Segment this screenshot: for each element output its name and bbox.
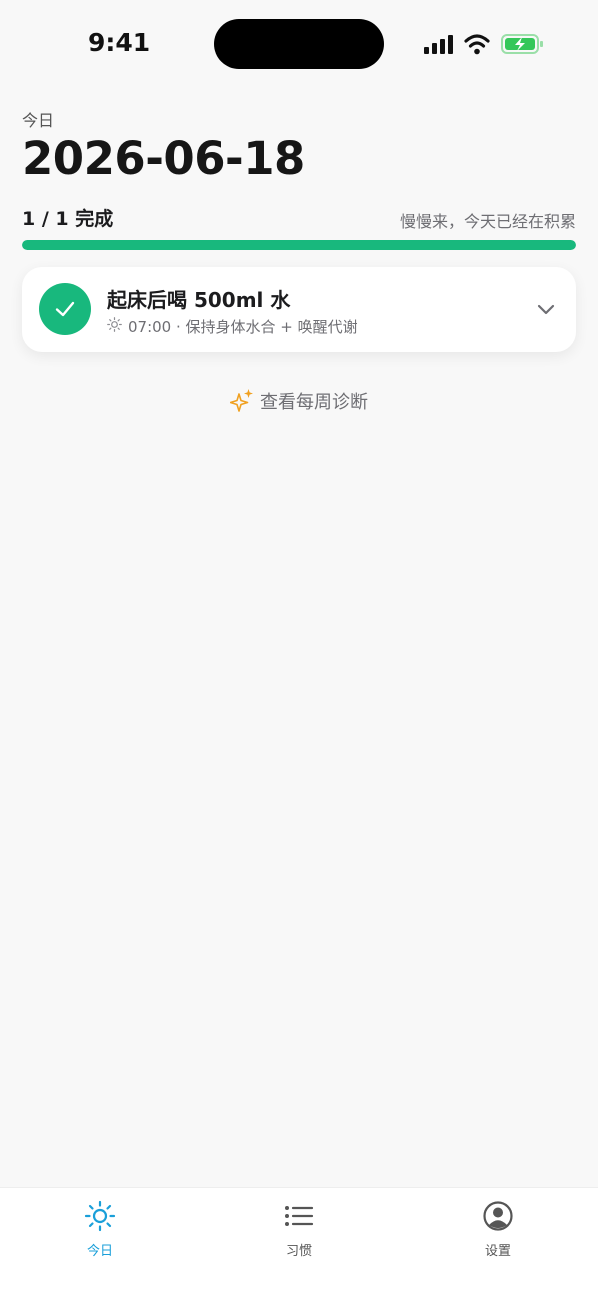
habit-card[interactable]: 起床后喝 500ml 水 07:00 · 保持身体水合 + 唤醒代谢 [22,267,576,352]
dynamic-island [214,19,384,69]
tab-settings[interactable]: 设置 [438,1200,558,1259]
progress-count: 1 / 1 完成 [22,208,114,230]
tab-habits-label: 习惯 [285,1244,312,1259]
chevron-down-icon[interactable] [536,299,556,319]
checkmark-icon [55,301,75,317]
sparkles-icon [230,389,253,412]
habit-subtitle: 07:00 · 保持身体水合 + 唤醒代谢 [128,318,358,336]
day-label: 今日 [22,111,55,130]
progress-fill [22,240,576,250]
progress-bar [22,240,576,250]
status-bar: 9:41 [0,0,598,90]
status-icons [424,34,543,55]
battery-charging-icon [501,34,543,54]
habit-title: 起床后喝 500ml 水 [107,288,291,312]
habit-done-toggle[interactable] [39,283,91,335]
wifi-icon [464,34,490,55]
habit-subtitle-row: 07:00 · 保持身体水合 + 唤醒代谢 [107,316,358,337]
tab-today-label: 今日 [86,1244,113,1259]
tab-today[interactable]: 今日 [40,1200,160,1259]
signal-icon [424,35,453,54]
list-icon [285,1206,314,1226]
tab-bar: 今日 习惯 设置 [0,1187,598,1301]
tab-habits[interactable]: 习惯 [239,1200,359,1259]
page-title-date: 2026-06-18 [22,132,305,185]
encouragement-text: 慢慢来，今天已经在积累 [399,212,576,231]
tab-settings-label: 设置 [484,1244,511,1259]
sun-icon [84,1200,116,1232]
status-time: 9:41 [88,28,151,57]
person-circle-icon [483,1201,513,1231]
weekly-diagnosis-link[interactable]: 查看每周诊断 [0,388,598,414]
sun-icon [107,317,122,336]
weekly-diagnosis-label: 查看每周诊断 [260,392,368,413]
